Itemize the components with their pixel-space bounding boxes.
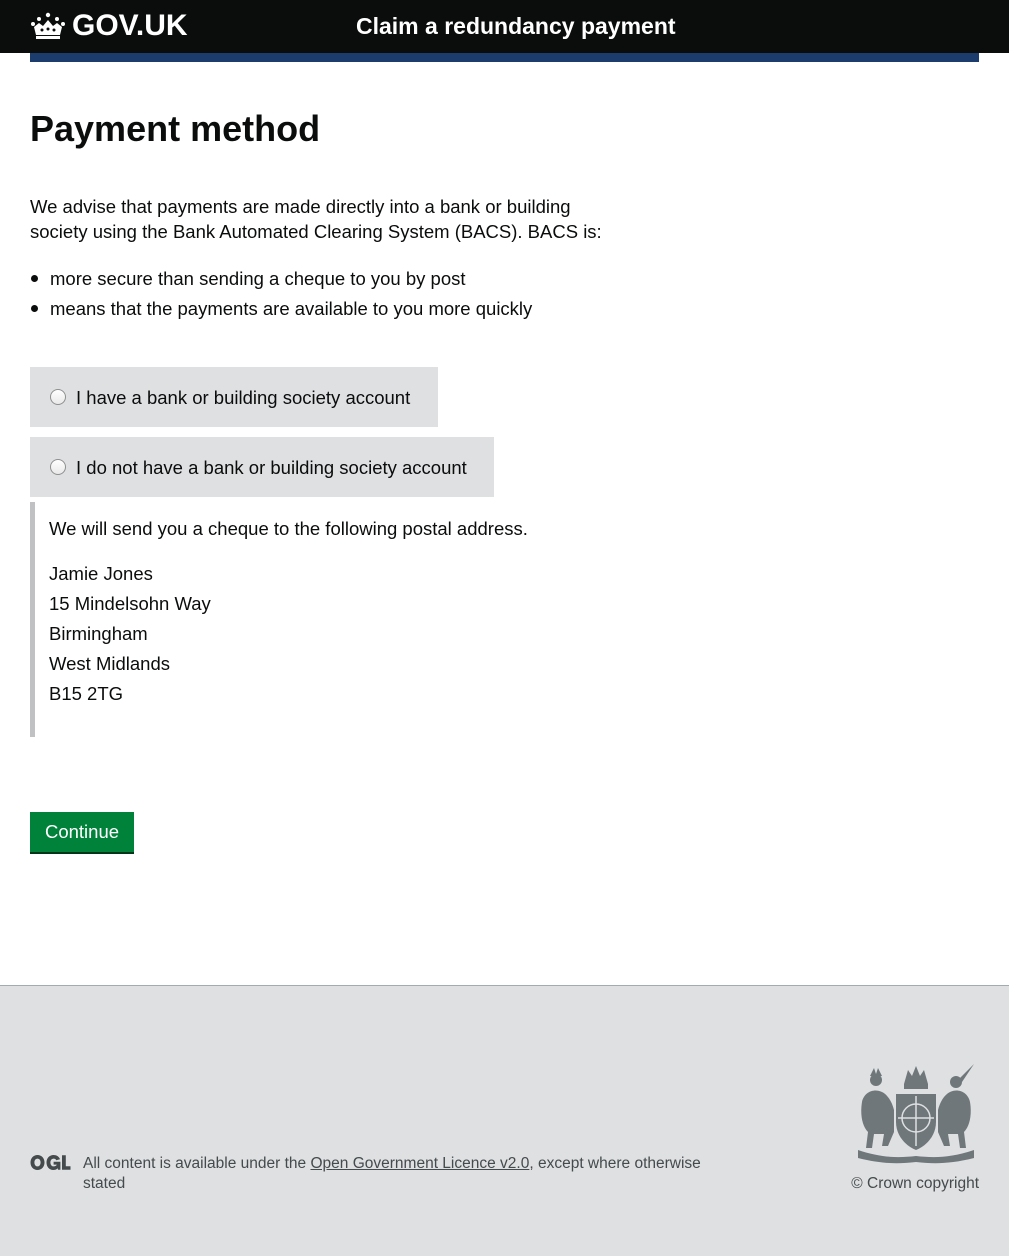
crown-icon bbox=[31, 12, 65, 39]
radio-button[interactable] bbox=[50, 459, 66, 475]
govuk-logo-text: GOV.UK bbox=[72, 9, 188, 42]
cheque-intro: We will send you a cheque to the followi… bbox=[49, 518, 528, 539]
list-item: means that the payments are available to… bbox=[30, 296, 979, 321]
licence-text: All content is available under the Open … bbox=[83, 1154, 723, 1194]
radio-button[interactable] bbox=[50, 389, 66, 405]
licence-prefix: All content is available under the bbox=[83, 1155, 311, 1172]
header-accent-bar bbox=[30, 53, 979, 62]
address-line: B15 2TG bbox=[49, 683, 124, 704]
crown-copyright: © Crown copyright bbox=[851, 1175, 979, 1192]
postal-address: Jamie Jones 15 Mindelsohn Way Birmingham… bbox=[49, 561, 650, 706]
radio-label[interactable]: I do not have a bank or building society… bbox=[76, 455, 467, 480]
address-line: Jamie Jones bbox=[49, 563, 153, 584]
continue-button[interactable]: Continue bbox=[30, 812, 134, 852]
radio-option-has-account[interactable]: I have a bank or building society accoun… bbox=[30, 367, 438, 427]
site-header: GOV.UK Claim a redundancy payment bbox=[0, 0, 1009, 53]
ogl-logo-icon bbox=[30, 1155, 71, 1170]
site-footer: All content is available under the Open … bbox=[0, 985, 1009, 1256]
benefits-list: more secure than sending a cheque to you… bbox=[30, 266, 979, 321]
address-line: West Midlands bbox=[49, 653, 170, 674]
royal-coat-of-arms-icon bbox=[858, 1064, 974, 1164]
govuk-home-link[interactable]: GOV.UK bbox=[30, 10, 188, 42]
radio-option-no-account[interactable]: I do not have a bank or building society… bbox=[30, 437, 494, 497]
page-title: Payment method bbox=[30, 108, 321, 149]
ogl-licence-link[interactable]: Open Government Licence v2.0 bbox=[310, 1155, 529, 1172]
radio-label[interactable]: I have a bank or building society accoun… bbox=[76, 385, 410, 410]
list-item: more secure than sending a cheque to you… bbox=[30, 266, 979, 291]
address-line: Birmingham bbox=[49, 623, 148, 644]
service-name-link[interactable]: Claim a redundancy payment bbox=[356, 12, 676, 40]
address-line: 15 Mindelsohn Way bbox=[49, 593, 211, 614]
lead-paragraph: We advise that payments are made directl… bbox=[30, 196, 602, 242]
main-content: Payment method We advise that payments a… bbox=[30, 100, 979, 852]
conditional-reveal-panel: We will send you a cheque to the followi… bbox=[30, 502, 650, 737]
